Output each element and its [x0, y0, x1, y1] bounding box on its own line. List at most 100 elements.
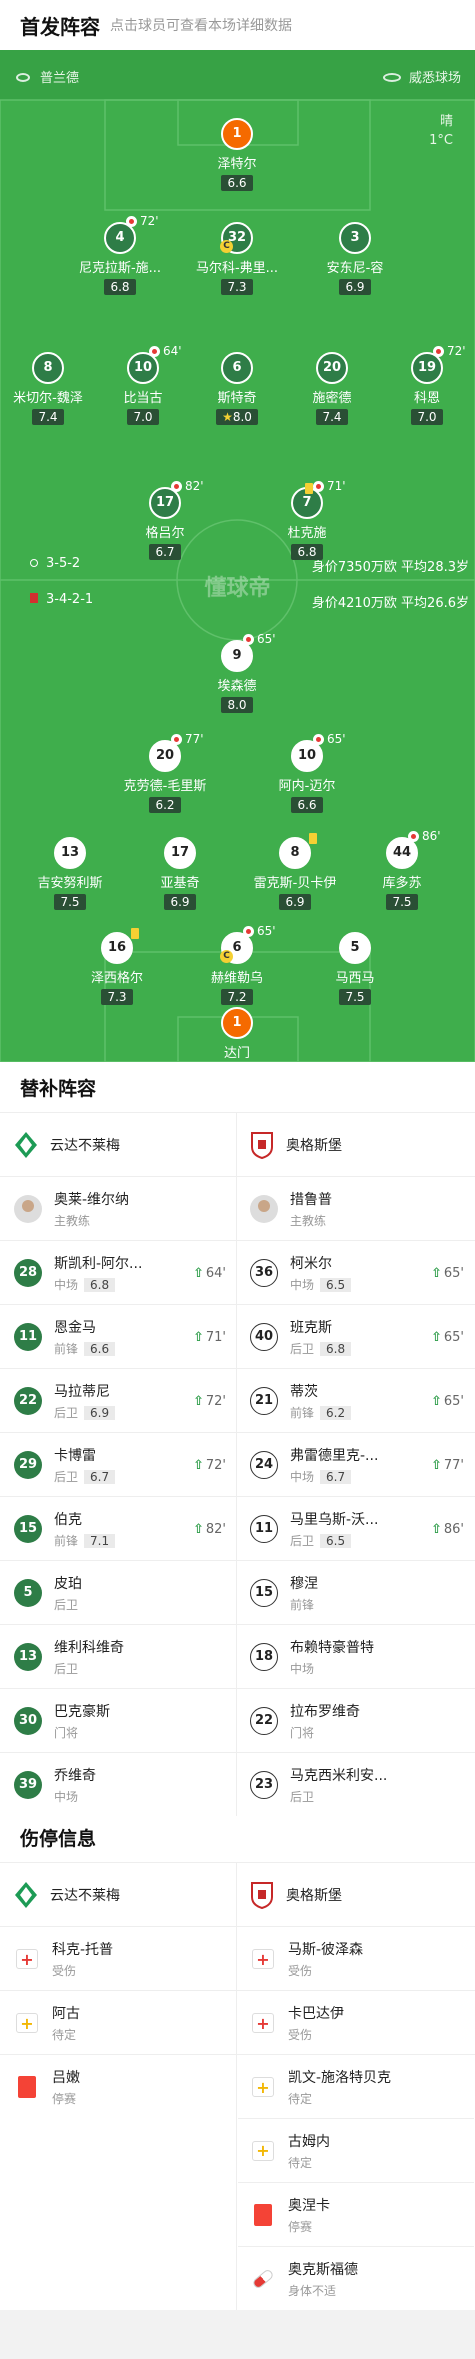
pitch-player[interactable]: 44 86' 库多苏 7.5 [342, 829, 462, 910]
pitch-player[interactable]: 19 72' 科恩 7.0 [367, 344, 475, 425]
sub-number: 5 [14, 1579, 42, 1607]
pitch-player[interactable]: 20 77' 克劳德-毛里斯 6.2 [105, 732, 225, 813]
pitch-player[interactable]: 17 亚基奇 6.9 [120, 837, 240, 910]
player-rating: 7.5 [54, 894, 86, 910]
sub-name: 穆涅 [290, 1576, 318, 1592]
pitch-player[interactable]: 4 72' 尼克拉斯-施... 6.8 [60, 214, 180, 295]
player-name: 吉安努利斯 [37, 876, 103, 891]
sub-player[interactable]: 15 伯克 前锋 7.1 ⇧ 82' [0, 1497, 236, 1561]
home-team-row[interactable]: 云达不莱梅 [0, 1113, 236, 1177]
injury-home-team[interactable]: 云达不莱梅 [0, 1863, 236, 1927]
player-rating: 6.8 [104, 279, 136, 295]
sub-number: 13 [14, 1643, 42, 1671]
sub-player[interactable]: 36 柯米尔 中场 6.5 ⇧ 65' [238, 1241, 474, 1305]
home-coach[interactable]: 奥莱-维尔纳 主教练 [0, 1177, 236, 1241]
page-footer [0, 2310, 475, 2359]
player-name: 格吕尔 [145, 526, 185, 541]
pitch-player[interactable]: 6 C 65' 赫维勒乌 7.2 [177, 924, 297, 1005]
home-crest-icon [16, 73, 30, 82]
sub-player[interactable]: 30 巴克豪斯 门将 [0, 1689, 236, 1753]
pitch-player[interactable]: 1 泽特尔 6.6 [177, 118, 297, 191]
pitch-player[interactable]: 5 马西马 7.5 [295, 932, 415, 1005]
doubtful-cross-icon: + [252, 2077, 274, 2097]
pitch-player[interactable]: 1达门7.2 [177, 1007, 297, 1062]
werder-crest-icon [15, 1882, 37, 1908]
injured-player[interactable]: + 科克-托普 受伤 [0, 1927, 236, 1991]
temperature: 1°C [429, 133, 453, 148]
injured-player[interactable]: + 古姆内 待定 [238, 2118, 474, 2182]
injury-status: 停赛 [52, 2092, 77, 2106]
injured-player[interactable]: + 马斯-彼泽森 受伤 [238, 1927, 474, 1991]
sub-player[interactable]: 22 拉布罗维奇 门将 [238, 1689, 474, 1753]
pitch-player[interactable]: 10 65' 阿内-迈尔 6.6 [247, 732, 367, 813]
pitch-player[interactable]: 17 82' 格吕尔 6.7 [105, 479, 225, 560]
sub-on-icon: ⇧ [430, 1265, 442, 1281]
sub-player[interactable]: 13 维利科维奇 后卫 [0, 1625, 236, 1689]
player-number: 6 [221, 352, 253, 384]
away-formation: 3-4-2-1 [30, 592, 93, 607]
injured-player[interactable]: 奥涅卡 停赛 [238, 2182, 474, 2246]
injury-status: 受伤 [288, 1964, 313, 1978]
captain-icon: C [220, 950, 233, 963]
player-rating: ★8.0 [216, 409, 258, 425]
away-coach[interactable]: 措鲁普 主教练 [238, 1177, 474, 1241]
sub-player[interactable]: 39 乔维奇 中场 [0, 1753, 236, 1817]
injury-status: 待定 [288, 2155, 313, 2170]
player-number: 1 [221, 118, 253, 150]
sub-player[interactable]: 15 穆涅 前锋 [238, 1561, 474, 1625]
sub-rating: 6.2 [320, 1406, 352, 1420]
player-name: 杜克施 [287, 526, 327, 541]
sub-player[interactable]: 21 蒂茨 前锋 6.2 ⇧ 65' [238, 1369, 474, 1433]
home-crest-icon [30, 559, 38, 567]
red-card-icon [254, 2203, 272, 2226]
injured-name: 马斯-彼泽森 [288, 1942, 364, 1958]
sub-player[interactable]: 29 卡博雷 后卫 6.7 ⇧ 72' [0, 1433, 236, 1497]
pitch-player[interactable]: 8 雷克斯-贝卡伊 6.9 [235, 833, 355, 910]
injured-player[interactable]: + 凯文-施洛特贝克 待定 [238, 2055, 474, 2119]
sub-off-icon: 82' [171, 479, 204, 493]
away-crest-icon [30, 593, 38, 603]
sub-name: 巴克豪斯 [54, 1704, 110, 1720]
medical-cross-icon: + [16, 1949, 38, 1969]
sub-position: 后卫 6.5 [290, 1532, 378, 1549]
injury-away-team[interactable]: 奥格斯堡 [238, 1863, 474, 1927]
away-team-row[interactable]: 奥格斯堡 [238, 1113, 474, 1177]
sub-player[interactable]: 11 马里乌斯-沃... 后卫 6.5 ⇧ 86' [238, 1497, 474, 1561]
sub-on-time: ⇧ 65' [430, 1265, 464, 1281]
injured-name: 吕嫩 [52, 2070, 80, 2086]
sub-player[interactable]: 28 斯凯利-阿尔... 中场 6.8 ⇧ 64' [0, 1241, 236, 1305]
sub-player[interactable]: 5 皮珀 后卫 [0, 1561, 236, 1625]
injured-player[interactable]: + 卡巴达伊 受伤 [238, 1991, 474, 2055]
sub-on-icon: ⇧ [192, 1329, 204, 1345]
sub-rating: 6.5 [320, 1534, 352, 1548]
pitch-player[interactable]: 16 泽西格尔 7.3 [57, 928, 177, 1005]
pitch-player[interactable]: 3 安东尼-容 6.9 [295, 222, 415, 295]
red-card-icon [18, 2076, 36, 2098]
sub-player[interactable]: 23 马克西米利安... 后卫 [238, 1753, 474, 1817]
sub-player[interactable]: 22 马拉蒂尼 后卫 6.9 ⇧ 72' [0, 1369, 236, 1433]
sub-on-icon: ⇧ [192, 1457, 204, 1473]
player-name: 雷克斯-贝卡伊 [253, 876, 337, 891]
sub-on-time: ⇧ 65' [430, 1393, 464, 1409]
sub-name: 拉布罗维奇 [290, 1704, 360, 1720]
injured-name: 阿古 [52, 2006, 80, 2022]
pitch-player[interactable]: 7 71' 杜克施 6.8 [247, 479, 367, 560]
injured-player[interactable]: + 阿古 待定 [0, 1991, 236, 2055]
player-rating: 6.2 [149, 797, 181, 813]
player-name: 赫维勒乌 [210, 971, 263, 986]
sub-number: 11 [250, 1515, 278, 1543]
injured-player[interactable]: 吕嫩 停赛 [0, 2055, 236, 2119]
injured-player[interactable]: 奥克斯福德 身体不适 [238, 2246, 474, 2310]
sub-position: 中场 6.8 [54, 1276, 142, 1293]
sub-name: 蒂茨 [290, 1384, 318, 1400]
pitch-player[interactable]: 9 65' 埃森德 8.0 [177, 632, 297, 713]
pitch-player[interactable]: 32 C 马尔科-弗里... 7.3 [177, 222, 297, 295]
sub-name: 卡博雷 [54, 1448, 96, 1464]
sub-player[interactable]: 40 班克斯 后卫 6.8 ⇧ 65' [238, 1305, 474, 1369]
coach-avatar [250, 1195, 278, 1223]
player-number: 3 [339, 222, 371, 254]
sub-player[interactable]: 11 恩金马 前锋 6.6 ⇧ 71' [0, 1305, 236, 1369]
sub-player[interactable]: 18 布赖特豪普特 中场 [238, 1625, 474, 1689]
pitch-player[interactable]: 13 吉安努利斯 7.5 [10, 837, 130, 910]
sub-player[interactable]: 24 弗雷德里克-... 中场 6.7 ⇧ 77' [238, 1433, 474, 1497]
